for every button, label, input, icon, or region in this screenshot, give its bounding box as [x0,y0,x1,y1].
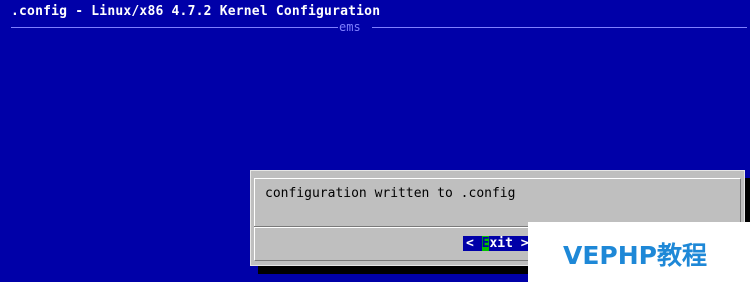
dialog-message: configuration written to .config [265,186,516,201]
exit-button[interactable]: < Exit > [463,236,532,251]
watermark-text: VEPHP教程 [563,241,707,270]
exit-button-label: xit [489,236,513,251]
exit-button-left-bracket: < [466,236,474,251]
window-title: .config - Linux/x86 4.7.2 Kernel Configu… [11,4,381,19]
menu-rule-left [11,27,338,28]
menu-rule-right [372,27,747,28]
menu-label: ems [339,20,361,34]
title-bar: .config - Linux/x86 4.7.2 Kernel Configu… [0,0,750,24]
